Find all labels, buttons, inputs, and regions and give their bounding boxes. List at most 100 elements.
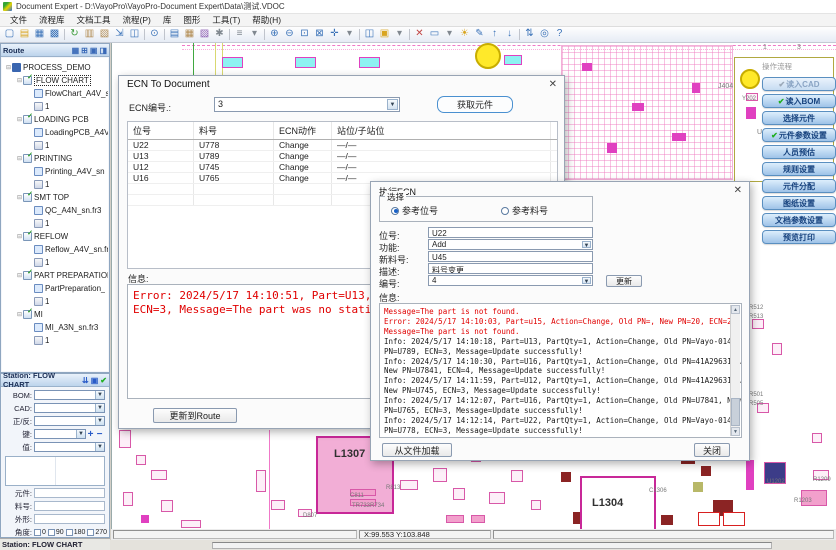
save-route-icon[interactable]: ▣ xyxy=(90,46,98,55)
message-scrollbar[interactable]: ▲ ▼ xyxy=(730,305,740,436)
chevron-down-icon[interactable]: ▼ xyxy=(582,241,591,248)
tree-item[interactable]: PartPreparation_ xyxy=(2,282,108,295)
tree-item[interactable]: ⊟REFLOW xyxy=(2,230,108,243)
chevron-down-icon[interactable]: ▼ xyxy=(582,277,591,284)
zoom-out-icon[interactable]: ⊖ xyxy=(282,28,297,41)
image-icon[interactable]: ▨ xyxy=(197,28,212,41)
ops-button[interactable]: 规则设置 xyxy=(762,162,836,176)
station-text-input[interactable] xyxy=(34,488,105,498)
angle-checkbox[interactable] xyxy=(34,529,41,536)
expand-icon[interactable]: ⊟ xyxy=(5,64,12,71)
library-icon[interactable]: ◨ xyxy=(99,46,107,55)
tree-item[interactable]: LoadingPCB_A4V_s xyxy=(2,126,108,139)
exec-dialog-close-icon[interactable]: ✕ xyxy=(734,185,742,196)
function-combo[interactable]: Add ▼ xyxy=(428,239,593,250)
ops-button[interactable]: 图纸设置 xyxy=(762,196,836,210)
angle-checkbox[interactable] xyxy=(48,529,55,536)
expand-icon[interactable]: ⊟ xyxy=(16,311,23,318)
scroll-down-icon[interactable]: ▼ xyxy=(731,427,740,436)
tree-item[interactable]: ⊟MI xyxy=(2,308,108,321)
scrollbar-thumb[interactable] xyxy=(731,398,740,426)
menu-item[interactable]: 工具(T) xyxy=(206,13,246,27)
station-text-input[interactable] xyxy=(34,514,105,524)
line-width-icon[interactable]: ≡ xyxy=(232,28,247,41)
column-header[interactable]: ECN动作 xyxy=(274,122,332,139)
tree-item[interactable]: 1 xyxy=(2,217,108,230)
tree-item[interactable]: Reflow_A4V_sn.fr xyxy=(2,243,108,256)
table-row[interactable]: U12U745Change—/— xyxy=(128,162,557,173)
settings-icon[interactable]: ✱ xyxy=(212,28,227,41)
move-down-icon[interactable]: ↓ xyxy=(502,28,517,41)
angle-checkbox[interactable] xyxy=(87,529,94,536)
pan-icon[interactable]: ✛ xyxy=(327,28,342,41)
tree-item[interactable]: ⊟FLOW CHART xyxy=(2,74,108,87)
zoom-in-icon[interactable]: ⊕ xyxy=(267,28,282,41)
table-row[interactable]: U13U789Change—/— xyxy=(128,151,557,162)
ops-button[interactable]: ✔读入BOM xyxy=(762,94,836,108)
grid-icon[interactable]: ⊞ xyxy=(81,46,88,55)
tree-item[interactable]: 1 xyxy=(2,256,108,269)
tree-item[interactable]: 1 xyxy=(2,295,108,308)
station-text-input[interactable] xyxy=(34,501,105,511)
draw-icon[interactable]: ✎ xyxy=(472,28,487,41)
tree-item[interactable]: ⊟SMT TOP xyxy=(2,191,108,204)
expand-icon[interactable]: ⊟ xyxy=(16,233,23,240)
report-icon[interactable]: ▤ xyxy=(167,28,182,41)
ecn-dialog-close-icon[interactable]: ✕ xyxy=(549,79,557,90)
table-icon[interactable]: ▦ xyxy=(182,28,197,41)
highlight-icon[interactable]: ☀ xyxy=(457,28,472,41)
new-pn-input[interactable]: U45 xyxy=(428,251,593,262)
menu-item[interactable]: 文档工具 xyxy=(71,13,117,27)
save-icon[interactable]: ▦ xyxy=(32,28,47,41)
tree-item[interactable]: 1 xyxy=(2,334,108,347)
new-file-icon[interactable]: ▢ xyxy=(2,28,17,41)
number-combo[interactable]: 4 ▼ xyxy=(428,275,593,286)
expand-icon[interactable]: ⊟ xyxy=(16,194,23,201)
ops-button[interactable]: ✔读入CAD xyxy=(762,77,836,91)
tree-item[interactable]: ⊟PRINTING xyxy=(2,152,108,165)
chevron-down-icon[interactable]: ▼ xyxy=(387,99,398,110)
close-view-icon[interactable]: ✕ xyxy=(412,28,427,41)
import-icon[interactable]: ⇲ xyxy=(112,28,127,41)
chevron-down-icon[interactable]: ▼ xyxy=(76,430,85,438)
update-button[interactable]: 更新 xyxy=(606,275,642,287)
tree-item[interactable]: 1 xyxy=(2,139,108,152)
ref-input[interactable]: U22 xyxy=(428,227,593,238)
menu-item[interactable]: 图形 xyxy=(177,13,206,27)
zoom-window-icon[interactable]: ⊡ xyxy=(297,28,312,41)
tree-item[interactable]: ⊟PROCESS_DEMO xyxy=(2,61,108,74)
collapse-panel-icon[interactable]: ⇊ xyxy=(82,376,89,385)
station-field-combo[interactable]: ▼ xyxy=(34,403,105,413)
tree-item[interactable]: QC_A4N_sn.fr3 xyxy=(2,204,108,217)
help-icon[interactable]: ? xyxy=(552,28,567,41)
paste-icon[interactable]: ▧ xyxy=(97,28,112,41)
shape-dropdown[interactable]: ▾ xyxy=(442,28,457,41)
tree-item[interactable]: ⊟LOADING PCB xyxy=(2,113,108,126)
station-field-combo[interactable]: ▼ xyxy=(34,442,105,452)
pan-dropdown[interactable]: ▾ xyxy=(342,28,357,41)
scroll-up-icon[interactable]: ▲ xyxy=(731,305,740,314)
chevron-down-icon[interactable]: ▼ xyxy=(95,417,104,425)
expand-icon[interactable]: ⊟ xyxy=(16,116,23,123)
angle-checkbox[interactable] xyxy=(66,529,73,536)
save-station-icon[interactable]: ▣ xyxy=(91,376,99,385)
remove-icon[interactable]: − xyxy=(95,429,104,440)
shape-icon[interactable]: ▭ xyxy=(427,28,442,41)
ops-button[interactable]: 选择元件 xyxy=(762,111,836,125)
expand-icon[interactable]: ⊟ xyxy=(16,77,23,84)
tile-windows-icon[interactable]: ◫ xyxy=(362,28,377,41)
description-input[interactable]: 料号变更 xyxy=(428,263,593,274)
tree-item[interactable]: Printing_A4V_sn xyxy=(2,165,108,178)
radio-ref-designator[interactable]: 参考位号 xyxy=(391,204,438,217)
column-header[interactable]: 站位/子站位 xyxy=(332,122,551,139)
line-width-dropdown[interactable]: ▾ xyxy=(247,28,262,41)
close-button[interactable]: 关闭 xyxy=(694,443,730,457)
chevron-down-icon[interactable]: ▼ xyxy=(95,443,104,451)
refresh-icon[interactable]: ↻ xyxy=(67,28,82,41)
copy-icon[interactable]: ▥ xyxy=(82,28,97,41)
swap-icon[interactable]: ⇅ xyxy=(522,28,537,41)
column-header[interactable]: 位号 xyxy=(128,122,194,139)
update-to-route-button[interactable]: 更新到Route xyxy=(153,408,237,423)
folder-dropdown[interactable]: ▾ xyxy=(392,28,407,41)
table-row[interactable]: U22U778Change—/— xyxy=(128,140,557,151)
